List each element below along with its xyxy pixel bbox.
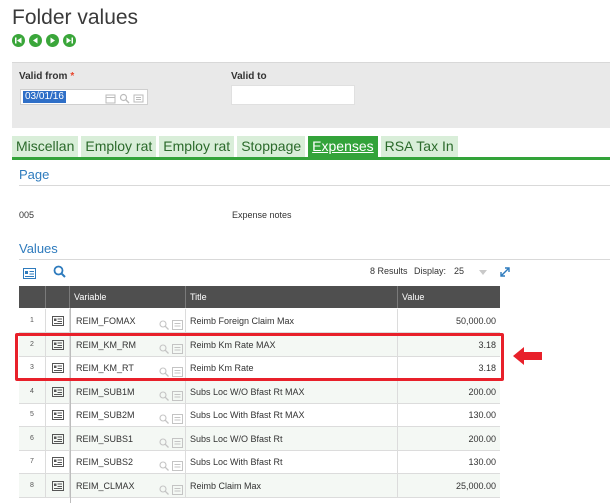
table-row[interactable]: 7 REIM_SUBS2 Subs Loc With Bfast Rt 130.00 xyxy=(19,450,500,474)
variable-cell[interactable]: REIM_FOMAX xyxy=(70,309,186,332)
variable-cell[interactable]: REIM_SUBS1 xyxy=(70,426,186,450)
value-cell[interactable]: 200.00 xyxy=(398,427,500,450)
tab-employ-rat-1[interactable]: Employ rat xyxy=(81,136,157,158)
table-row[interactable]: 6 REIM_SUBS1 Subs Loc W/O Bfast Rt 200.00 xyxy=(19,426,500,451)
title-cell[interactable]: Subs Loc W/O Bfast Rt xyxy=(186,426,398,450)
title-cell[interactable]: Reimb Claim Max xyxy=(186,473,398,497)
header-row-number xyxy=(19,286,46,308)
arrow-left-icon xyxy=(513,347,543,370)
variable-cell[interactable]: REIM_SUB1M xyxy=(70,379,186,403)
value-cell[interactable]: 130.00 xyxy=(398,403,500,426)
expand-icon[interactable] xyxy=(499,265,511,283)
valid-to-field[interactable] xyxy=(231,85,355,105)
row-number: 1 xyxy=(19,309,46,332)
variable-text: REIM_SUB1M xyxy=(76,386,135,397)
highlight-box xyxy=(15,333,504,381)
title-cell[interactable]: Reimb Foreign Claim Max xyxy=(186,309,398,332)
tab-employ-rat-2[interactable]: Employ rat xyxy=(159,136,235,158)
tab-miscellan[interactable]: Miscellan xyxy=(12,136,79,158)
last-icon[interactable] xyxy=(63,34,76,47)
variable-text: REIM_SUBS1 xyxy=(76,433,134,444)
values-section-heading: Values xyxy=(19,241,58,256)
page-code: 005 xyxy=(19,210,35,220)
tab-underline xyxy=(12,157,610,160)
search-icon[interactable] xyxy=(53,265,66,283)
next-icon[interactable] xyxy=(46,34,59,47)
tab-rsa-tax-in[interactable]: RSA Tax In xyxy=(380,136,458,158)
record-navigation xyxy=(12,34,76,47)
header-row-action xyxy=(46,286,70,308)
table-row[interactable]: 8 REIM_CLMAX Reimb Claim Max 25,000.00 xyxy=(19,473,500,498)
row-number: 5 xyxy=(19,403,46,426)
search-icon[interactable] xyxy=(119,91,130,104)
page-section-divider xyxy=(19,185,610,186)
row-number: 6 xyxy=(19,426,46,450)
previous-icon[interactable] xyxy=(29,34,42,47)
display-label: Display: xyxy=(414,266,447,276)
grid-toolbar: 8 Results Display: 25 xyxy=(19,264,511,280)
page-description: Expense notes xyxy=(232,210,292,220)
variable-cell[interactable]: REIM_SUB2M xyxy=(70,403,186,426)
results-count: 8 Results xyxy=(370,266,408,276)
form-view-icon[interactable] xyxy=(23,266,36,284)
calendar-icon[interactable] xyxy=(105,91,116,104)
variable-cell[interactable]: REIM_CLMAX xyxy=(70,473,186,497)
table-row[interactable]: 4 REIM_SUB1M Subs Loc W/O Bfast Rt MAX 200.… xyxy=(19,379,500,404)
tab-bar: Miscellan Employ rat Employ rat Stoppage… xyxy=(12,136,458,158)
detail-icon[interactable] xyxy=(172,480,183,503)
header-value[interactable]: Value xyxy=(398,286,500,308)
chevron-down-icon[interactable] xyxy=(479,270,487,275)
required-mark: * xyxy=(70,71,75,82)
table-row[interactable]: 5 REIM_SUB2M Subs Loc With Bfast Rt MAX 130… xyxy=(19,403,500,427)
values-section-divider xyxy=(19,259,610,260)
valid-from-field[interactable]: 03/01/16 xyxy=(20,89,148,105)
criteria-panel: Valid from * 03/01/16 Valid to xyxy=(12,62,610,128)
tab-expenses[interactable]: Expenses xyxy=(308,136,378,158)
page-title: Folder values xyxy=(12,6,139,29)
value-cell[interactable]: 200.00 xyxy=(398,380,500,403)
first-icon[interactable] xyxy=(12,34,25,47)
form-view-icon[interactable] xyxy=(52,480,64,493)
variable-text: REIM_SUBS2 xyxy=(76,457,134,467)
variable-text: REIM_FOMAX xyxy=(76,316,136,326)
valid-from-value[interactable]: 03/01/16 xyxy=(23,91,66,103)
table-row[interactable]: 1 REIM_FOMAX Reimb Foreign Claim Max 50,000… xyxy=(19,309,500,333)
valid-to-label: Valid to xyxy=(231,71,267,82)
variable-text: REIM_SUB2M xyxy=(76,410,135,420)
form-view-icon[interactable] xyxy=(52,457,64,469)
row-action[interactable] xyxy=(46,450,70,473)
display-select[interactable]: 25 xyxy=(454,266,464,276)
row-action[interactable] xyxy=(46,426,70,450)
form-view-icon[interactable] xyxy=(52,433,64,446)
page-section-heading: Page xyxy=(19,167,50,182)
title-cell[interactable]: Subs Loc With Bfast Rt xyxy=(186,450,398,473)
header-variable[interactable]: Variable xyxy=(70,286,186,308)
valid-from-label: Valid from * xyxy=(19,71,75,82)
header-title[interactable]: Title xyxy=(186,286,398,308)
tab-stoppage[interactable]: Stoppage xyxy=(237,136,306,158)
form-view-icon[interactable] xyxy=(52,316,64,328)
value-cell[interactable]: 50,000.00 xyxy=(398,309,500,332)
row-action[interactable] xyxy=(46,379,70,403)
row-action[interactable] xyxy=(46,403,70,426)
form-view-icon[interactable] xyxy=(52,386,64,399)
row-number: 7 xyxy=(19,450,46,473)
title-cell[interactable]: Subs Loc W/O Bfast Rt MAX xyxy=(186,379,398,403)
form-view-icon[interactable] xyxy=(52,410,64,422)
row-action[interactable] xyxy=(46,473,70,497)
value-cell[interactable]: 25,000.00 xyxy=(398,474,500,497)
search-icon[interactable] xyxy=(159,480,169,503)
value-cell[interactable]: 130.00 xyxy=(398,450,500,473)
row-number: 4 xyxy=(19,379,46,403)
detail-icon[interactable] xyxy=(133,91,144,103)
row-number: 8 xyxy=(19,473,46,497)
title-cell[interactable]: Subs Loc With Bfast Rt MAX xyxy=(186,403,398,426)
row-action[interactable] xyxy=(46,309,70,332)
variable-cell[interactable]: REIM_SUBS2 xyxy=(70,450,186,473)
variable-text: REIM_CLMAX xyxy=(76,480,135,491)
grid-header: Variable Title Value xyxy=(19,286,500,308)
